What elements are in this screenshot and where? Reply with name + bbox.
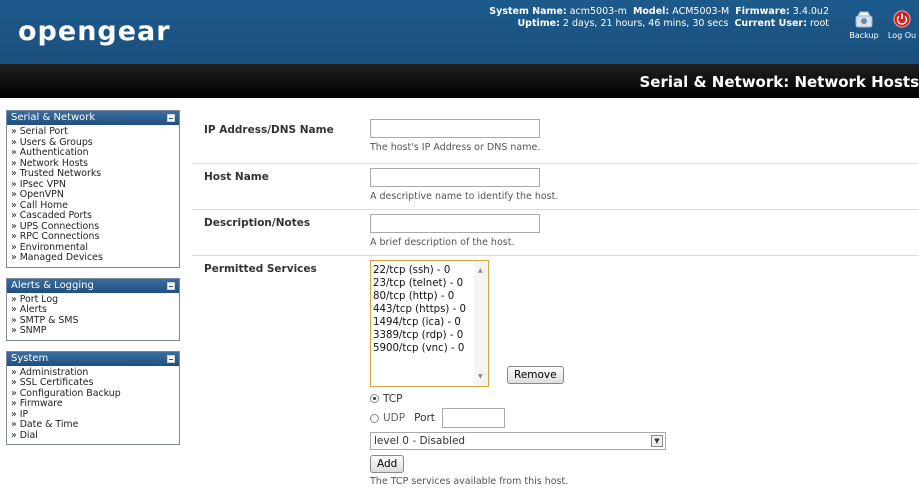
sidebar-item-serial-port[interactable]: » Serial Port: [11, 126, 175, 138]
panel-title: Serial & Network: [11, 112, 96, 123]
scroll-up-icon[interactable]: ▲: [478, 264, 483, 277]
sidebar: Serial & Network » Serial Port » Users &…: [6, 110, 180, 455]
sidebar-item-rpc-connections[interactable]: » RPC Connections: [11, 231, 175, 243]
add-button[interactable]: Add: [370, 455, 405, 473]
udp-radio[interactable]: [370, 413, 379, 423]
sidebar-item-ssl-certificates[interactable]: » SSL Certificates: [11, 377, 175, 389]
sidebar-panel-serial-network: Serial & Network » Serial Port » Users &…: [6, 110, 180, 268]
logout-label: Log Ou: [887, 31, 917, 40]
system-name-label: System Name:: [489, 6, 567, 17]
service-option[interactable]: 3389/tcp (rdp) - 0: [373, 329, 488, 342]
ip-address-input[interactable]: [370, 119, 540, 138]
backup-icon: [855, 11, 873, 28]
panel-header: System: [7, 351, 179, 366]
firmware-value: 3.4.0u2: [792, 6, 829, 17]
host-name-input[interactable]: [370, 168, 540, 187]
service-option[interactable]: 80/tcp (http) - 0: [373, 290, 488, 303]
network-host-form: IP Address/DNS Name The host's IP Addres…: [192, 110, 919, 502]
hostname-help: A descriptive name to identify the host.: [370, 191, 559, 202]
current-user-value: root: [809, 18, 829, 29]
hostname-row: Host Name A descriptive name to identify…: [192, 163, 919, 209]
udp-option[interactable]: UDP Port: [370, 408, 666, 428]
minimize-icon[interactable]: [167, 281, 175, 290]
sidebar-item-authentication[interactable]: » Authentication: [11, 147, 175, 159]
model-label: Model:: [632, 6, 670, 17]
level-selected-value: level 0 - Disabled: [374, 435, 466, 447]
tcp-option[interactable]: TCP: [370, 393, 666, 405]
services-row: Permitted Services 22/tcp (ssh) - 0 23/t…: [192, 255, 919, 502]
hostname-label: Host Name: [204, 171, 269, 183]
udp-label: UDP: [383, 412, 406, 424]
sidebar-item-snmp[interactable]: » SNMP: [11, 325, 175, 337]
description-help: A brief description of the host.: [370, 237, 515, 248]
ip-row: IP Address/DNS Name The host's IP Addres…: [192, 110, 919, 163]
uptime-label: Uptime:: [517, 18, 560, 29]
sidebar-item-firmware[interactable]: » Firmware: [11, 398, 175, 410]
backup-button[interactable]: Backup: [847, 10, 881, 40]
sidebar-item-trusted-networks[interactable]: » Trusted Networks: [11, 168, 175, 180]
list-scrollbar[interactable]: ▲ ▼: [474, 261, 488, 386]
backup-label: Backup: [849, 31, 879, 40]
sidebar-item-openvpn[interactable]: » OpenVPN: [11, 189, 175, 201]
panel-title: System: [11, 352, 49, 364]
level-select[interactable]: level 0 - Disabled ▼: [370, 432, 666, 450]
chevron-down-icon[interactable]: ▼: [651, 435, 663, 447]
service-option[interactable]: 22/tcp (ssh) - 0: [373, 264, 488, 277]
power-icon: [893, 10, 911, 28]
logout-button[interactable]: Log Ou: [882, 10, 919, 40]
service-option[interactable]: 23/tcp (telnet) - 0: [373, 277, 488, 290]
model-value: ACM5003-M: [672, 6, 730, 17]
minimize-icon[interactable]: [167, 114, 175, 122]
ip-help: The host's IP Address or DNS name.: [370, 142, 541, 153]
services-help: The TCP services available from this hos…: [370, 476, 569, 487]
description-row: Description/Notes A brief description of…: [192, 209, 919, 255]
ip-label: IP Address/DNS Name: [204, 124, 334, 136]
panel-header: Alerts & Logging: [7, 278, 179, 293]
opengear-logo[interactable]: opengear: [18, 16, 171, 47]
description-input[interactable]: [370, 214, 540, 233]
port-label: Port: [414, 412, 435, 424]
service-option[interactable]: 5900/tcp (vnc) - 0: [373, 342, 488, 355]
sidebar-item-alerts[interactable]: » Alerts: [11, 304, 175, 316]
firmware-label: Firmware:: [735, 6, 790, 17]
port-input[interactable]: [441, 408, 505, 428]
uptime-value: 2 days, 21 hours, 46 mins, 30 secs: [562, 18, 729, 29]
system-name-value: acm5003-m: [569, 6, 627, 17]
permitted-services-list[interactable]: 22/tcp (ssh) - 0 23/tcp (telnet) - 0 80/…: [370, 260, 489, 387]
description-label: Description/Notes: [204, 217, 311, 229]
minimize-icon[interactable]: [167, 354, 175, 363]
sidebar-item-cascaded-ports[interactable]: » Cascaded Ports: [11, 210, 175, 222]
sidebar-item-managed-devices[interactable]: » Managed Devices: [11, 252, 175, 264]
tcp-label: TCP: [383, 393, 403, 405]
sidebar-panel-system: System » Administration » SSL Certificat…: [6, 350, 180, 445]
top-header: opengear System Name: acm5003-m Model: A…: [0, 0, 919, 64]
service-option[interactable]: 443/tcp (https) - 0: [373, 303, 488, 316]
tcp-radio[interactable]: [370, 394, 379, 403]
sidebar-panel-alerts-logging: Alerts & Logging » Port Log » Alerts » S…: [6, 277, 180, 341]
page-title: Serial & Network: Network Hosts: [639, 73, 919, 91]
panel-title: Alerts & Logging: [11, 279, 94, 291]
panel-header: Serial & Network: [7, 111, 179, 125]
scroll-down-icon[interactable]: ▼: [478, 370, 483, 383]
services-label: Permitted Services: [204, 263, 317, 275]
current-user-label: Current User:: [734, 18, 807, 29]
system-info: System Name: acm5003-m Model: ACM5003-M …: [489, 6, 829, 30]
service-option[interactable]: 1494/tcp (ica) - 0: [373, 316, 488, 329]
title-bar: Serial & Network: Network Hosts: [0, 64, 919, 98]
remove-button[interactable]: Remove: [507, 366, 564, 384]
sidebar-item-date-time[interactable]: » Date & Time: [11, 419, 175, 431]
sidebar-item-dial[interactable]: » Dial: [11, 430, 175, 442]
